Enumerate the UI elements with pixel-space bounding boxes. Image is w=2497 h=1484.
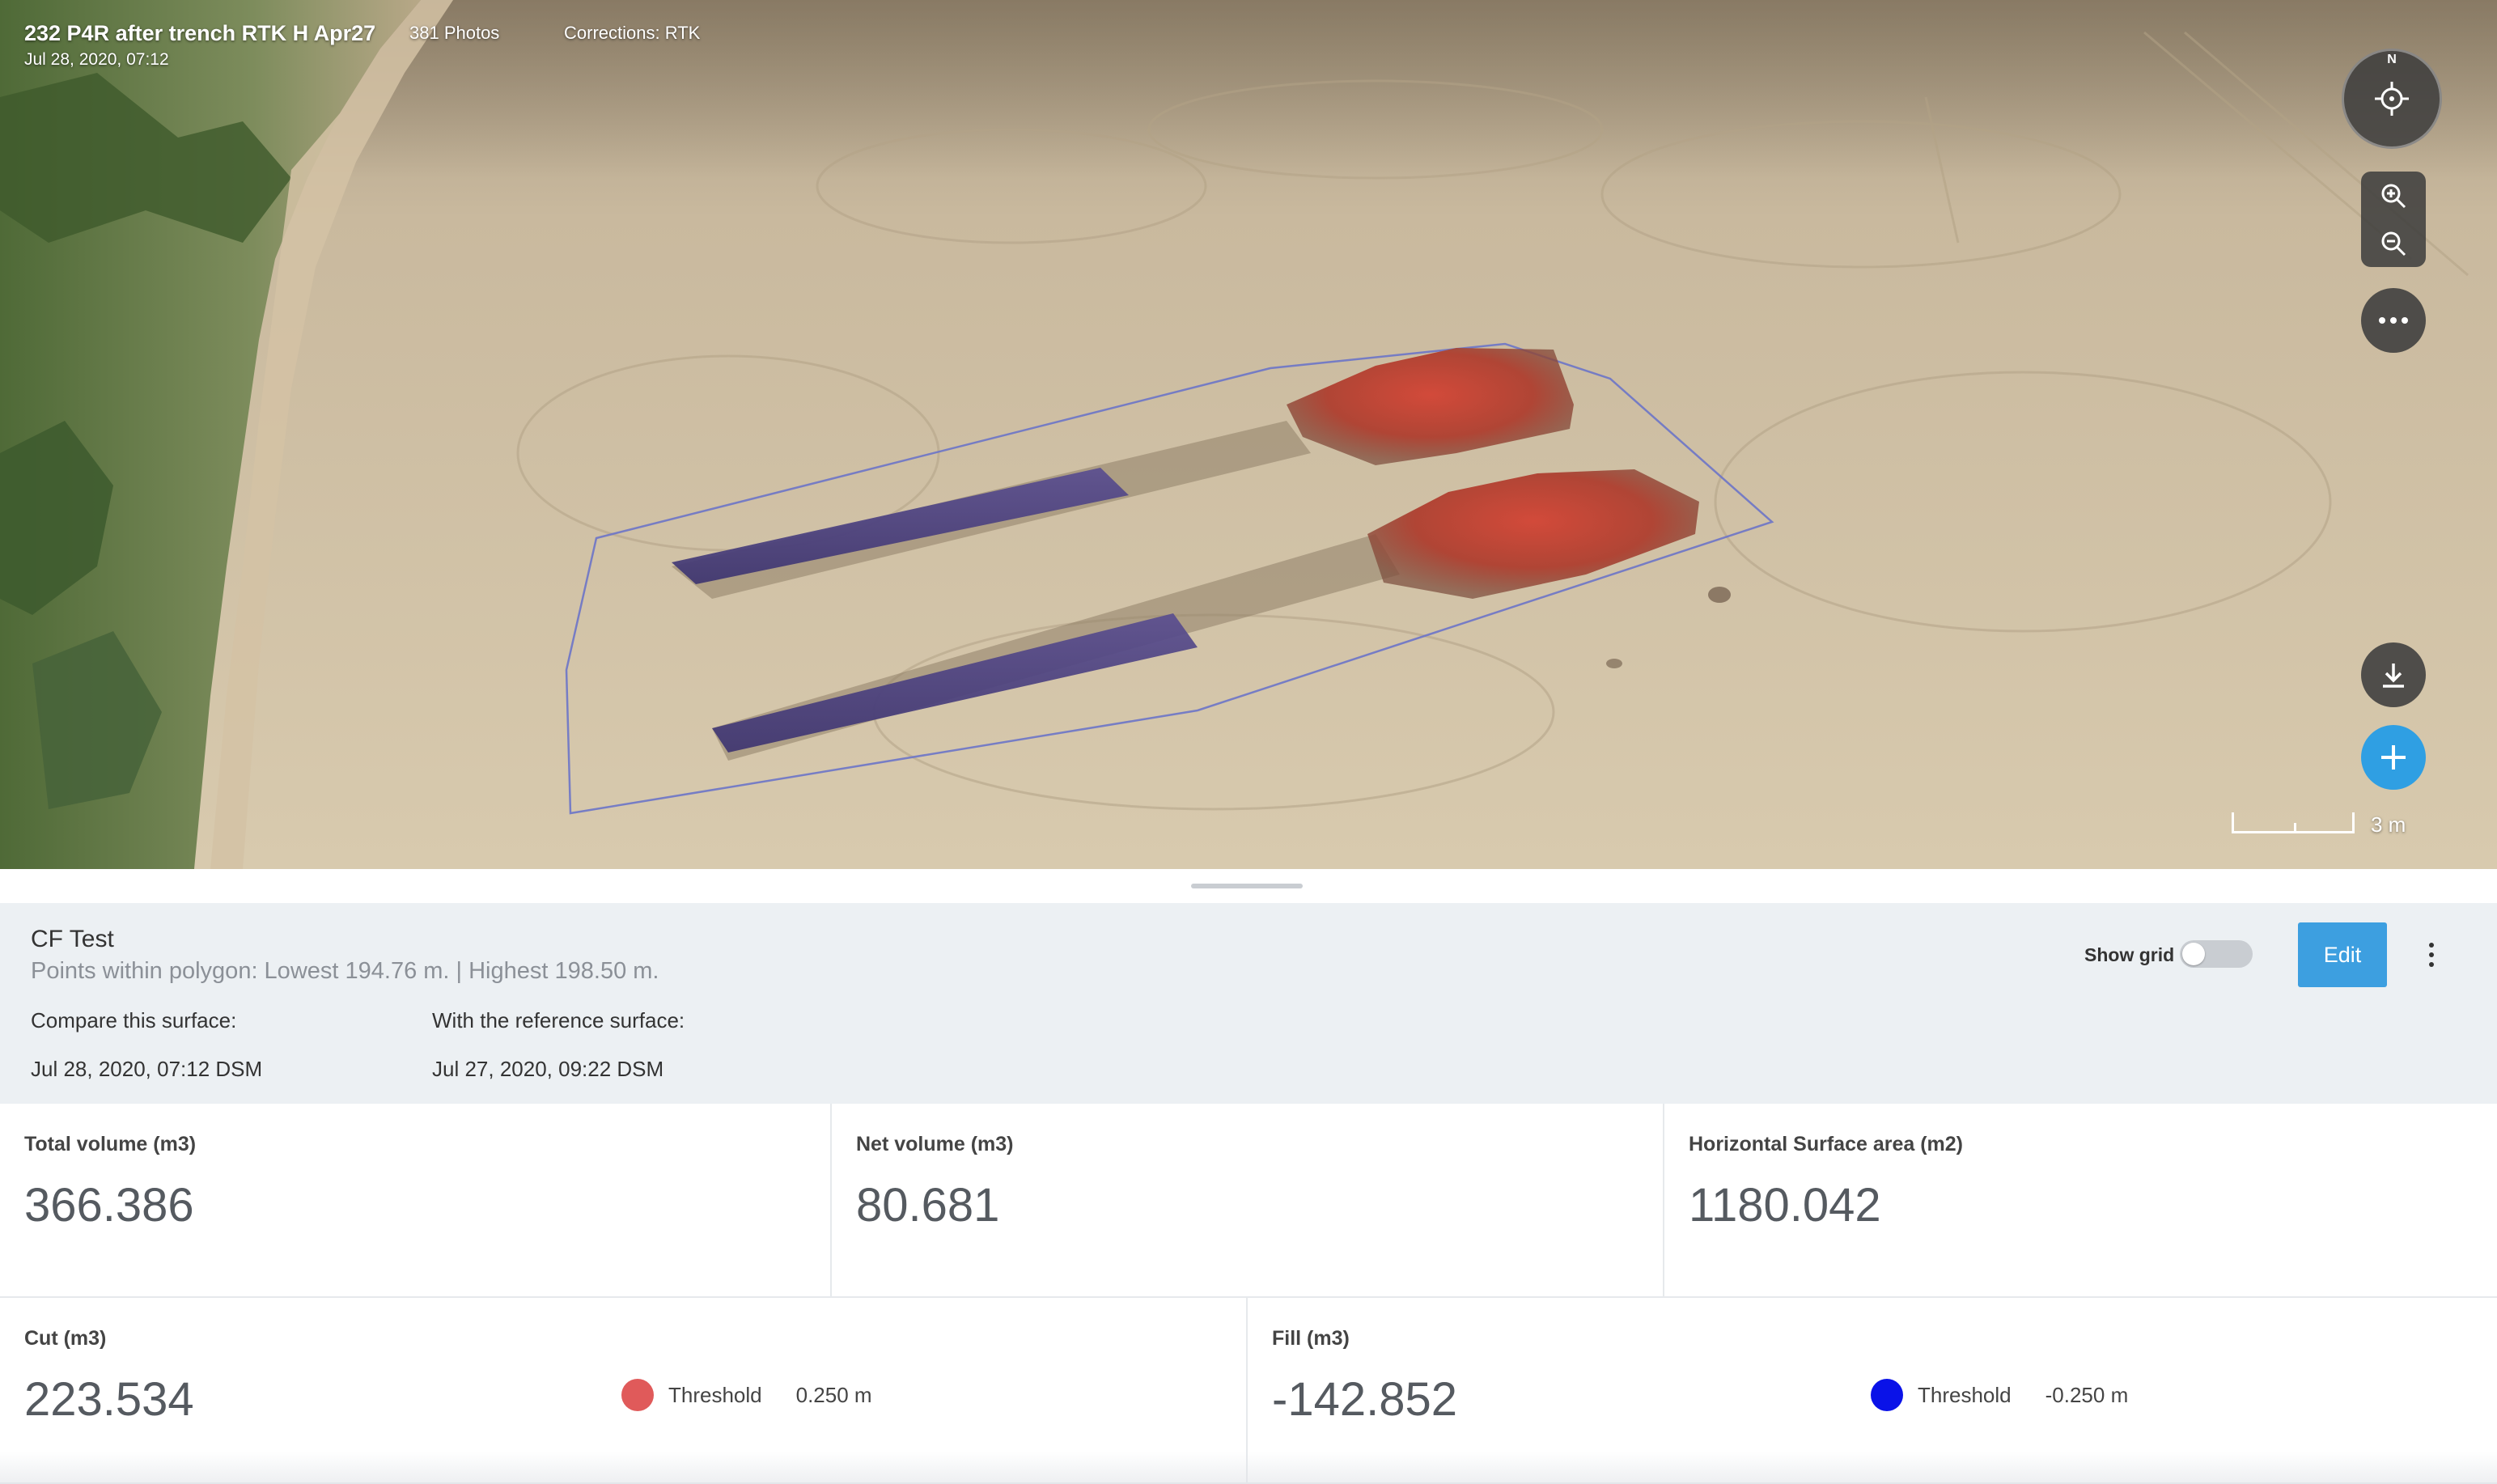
zoom-controls (2361, 172, 2426, 267)
total-volume-value: 366.386 (24, 1179, 194, 1232)
measurement-name: CF Test (31, 926, 114, 952)
cut-threshold[interactable]: Threshold 0.250 m (621, 1379, 872, 1411)
scale-bar (2232, 812, 2355, 833)
zoom-in-button[interactable] (2361, 172, 2426, 219)
fill-threshold[interactable]: Threshold -0.250 m (1871, 1379, 2128, 1411)
fill-volume-card: Fill (m3) -142.852 Threshold -0.250 m (1248, 1298, 2497, 1484)
edit-button[interactable]: Edit (2298, 922, 2387, 987)
kebab-dot (2429, 962, 2434, 967)
flight-date: Jul 28, 2020, 07:12 (24, 50, 169, 69)
measurement-summary: Points within polygon: Lowest 194.76 m. … (31, 958, 659, 984)
zoom-out-button[interactable] (2361, 219, 2426, 267)
zoom-out-icon (2381, 231, 2406, 256)
surface-area-label: Horizontal Surface area (m2) (1689, 1133, 1963, 1155)
show-grid-label: Show grid (2084, 944, 2175, 965)
reference-surface-label: With the reference surface: (432, 1008, 685, 1032)
compare-surface-value: Jul 28, 2020, 07:12 DSM (31, 1057, 263, 1081)
compare-surface-label: Compare this surface: (31, 1008, 237, 1032)
download-button[interactable] (2361, 642, 2426, 707)
plus-icon (2381, 745, 2406, 770)
flight-title: 232 P4R after trench RTK H Apr27 (24, 21, 376, 45)
download-icon (2383, 664, 2404, 688)
cut-volume-card: Cut (m3) 223.534 Threshold 0.250 m (0, 1298, 1248, 1484)
kebab-dot (2429, 943, 2434, 948)
measurement-header: CF Test Points within polygon: Lowest 19… (0, 903, 2497, 1104)
total-volume-label: Total volume (m3) (24, 1133, 197, 1155)
compass-locate-button[interactable]: N (2342, 49, 2442, 149)
add-measurement-button[interactable] (2361, 725, 2426, 790)
fill-volume-value: -142.852 (1272, 1373, 1457, 1426)
surface-area-value: 1180.042 (1689, 1179, 1881, 1232)
net-volume-label: Net volume (m3) (856, 1133, 1014, 1155)
zoom-in-icon (2381, 184, 2406, 208)
fill-volume-label: Fill (m3) (1272, 1327, 1350, 1350)
net-volume-card: Net volume (m3) 80.681 (832, 1104, 1664, 1298)
fill-color-swatch[interactable] (1871, 1379, 1903, 1411)
panel-resize-handle[interactable] (1191, 884, 1303, 888)
more-options-button[interactable] (2361, 288, 2426, 353)
cut-volume-value: 223.534 (24, 1373, 194, 1426)
kebab-menu-button[interactable] (2419, 932, 2444, 977)
fill-threshold-value: -0.250 m (2045, 1382, 2129, 1407)
cut-threshold-label: Threshold (668, 1382, 762, 1407)
cut-volume-label: Cut (m3) (24, 1327, 107, 1350)
surface-area-card: Horizontal Surface area (m2) 1180.042 (1664, 1104, 2497, 1298)
total-volume-card: Total volume (m3) 366.386 (0, 1104, 832, 1298)
toggle-knob (2182, 943, 2205, 965)
locate-icon (2375, 82, 2409, 116)
net-volume-value: 80.681 (856, 1179, 1000, 1232)
kebab-dot (2429, 952, 2434, 957)
north-indicator: N (2387, 53, 2397, 66)
reference-surface-value: Jul 27, 2020, 09:22 DSM (432, 1057, 664, 1081)
cut-threshold-value: 0.250 m (795, 1382, 872, 1407)
more-horizontal-icon (2379, 317, 2408, 324)
scale-label: 3 m (2371, 812, 2406, 837)
photo-count: 381 Photos (409, 23, 500, 43)
map-viewport[interactable]: 232 P4R after trench RTK H Apr27 Jul 28,… (0, 0, 2497, 869)
corrections-label: Corrections: RTK (564, 23, 701, 43)
fill-threshold-label: Threshold (1918, 1382, 2012, 1407)
terrain-scene (0, 0, 2497, 869)
cut-color-swatch[interactable] (621, 1379, 654, 1411)
show-grid-toggle[interactable] (2180, 940, 2253, 968)
